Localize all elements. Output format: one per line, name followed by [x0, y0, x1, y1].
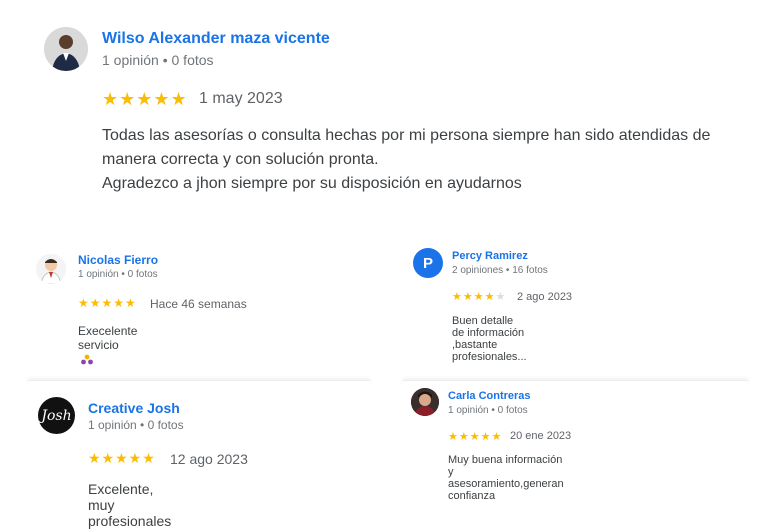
review-text-line: Agradezco a jhon siempre por su disposic…	[102, 175, 522, 192]
reviewer-avatar-letter[interactable]: P	[413, 248, 443, 278]
review-date: 20 ene 2023	[510, 430, 572, 442]
review-text: Excelente, muy profesionales	[88, 481, 172, 529]
reviewer-name[interactable]: Creative Josh	[88, 400, 180, 416]
review-text: Buen detalle de información ,bastante pr…	[452, 315, 527, 363]
reviewer-name[interactable]: Nicolas Fierro	[78, 253, 158, 267]
star-rating: ★★★★★	[88, 450, 156, 466]
star-filled: ★★★★	[452, 291, 496, 303]
review-date: 1 may 2023	[199, 90, 283, 107]
review-text: Execelente servicio	[78, 324, 137, 366]
card-divider	[403, 380, 748, 387]
reviewer-meta: 1 opinión • 0 fotos	[78, 269, 158, 280]
review-text-content: Execelente servicio	[78, 324, 138, 352]
person-photo-icon	[44, 27, 88, 71]
reviewer-meta: 2 opiniones • 16 fotos	[452, 265, 548, 276]
reviewer-avatar[interactable]	[36, 254, 66, 284]
reviewer-avatar[interactable]	[411, 388, 439, 416]
reviewer-avatar-logo[interactable]: Josh	[38, 397, 75, 434]
review-text: Muy buena información y asesoramiento,ge…	[448, 454, 564, 502]
reviewer-name[interactable]: Percy Ramirez	[452, 250, 528, 262]
people-emoji-icon	[81, 354, 93, 365]
reviewer-meta: 1 opinión • 0 fotos	[448, 405, 528, 416]
cartoon-avatar-icon	[36, 254, 66, 284]
star-rating: ★★★★★	[78, 296, 137, 310]
star-rating: ★★★★★	[102, 89, 188, 109]
reviewer-name[interactable]: Wilso Alexander maza vicente	[102, 30, 330, 48]
review-date: Hace 46 semanas	[150, 297, 247, 311]
review-date: 12 ago 2023	[170, 451, 248, 467]
star-rating: ★★★★★	[452, 290, 506, 303]
reviewer-name[interactable]: Carla Contreras	[448, 390, 531, 402]
card-divider	[28, 380, 370, 387]
review-text: Todas las asesorías o consulta hechas po…	[102, 124, 762, 196]
star-rating: ★★★★★	[448, 431, 503, 443]
reviewer-meta: 1 opinión • 0 fotos	[102, 52, 214, 68]
review-date: 2 ago 2023	[517, 291, 573, 303]
review-text-line: Todas las asesorías o consulta hechas po…	[102, 127, 711, 144]
reviewer-meta: 1 opinión • 0 fotos	[88, 418, 184, 432]
star-empty: ★	[495, 291, 507, 303]
review-text-line: manera correcta y con solución pronta.	[102, 151, 379, 168]
reviewer-avatar[interactable]	[44, 27, 88, 71]
person-photo-icon	[411, 388, 439, 416]
